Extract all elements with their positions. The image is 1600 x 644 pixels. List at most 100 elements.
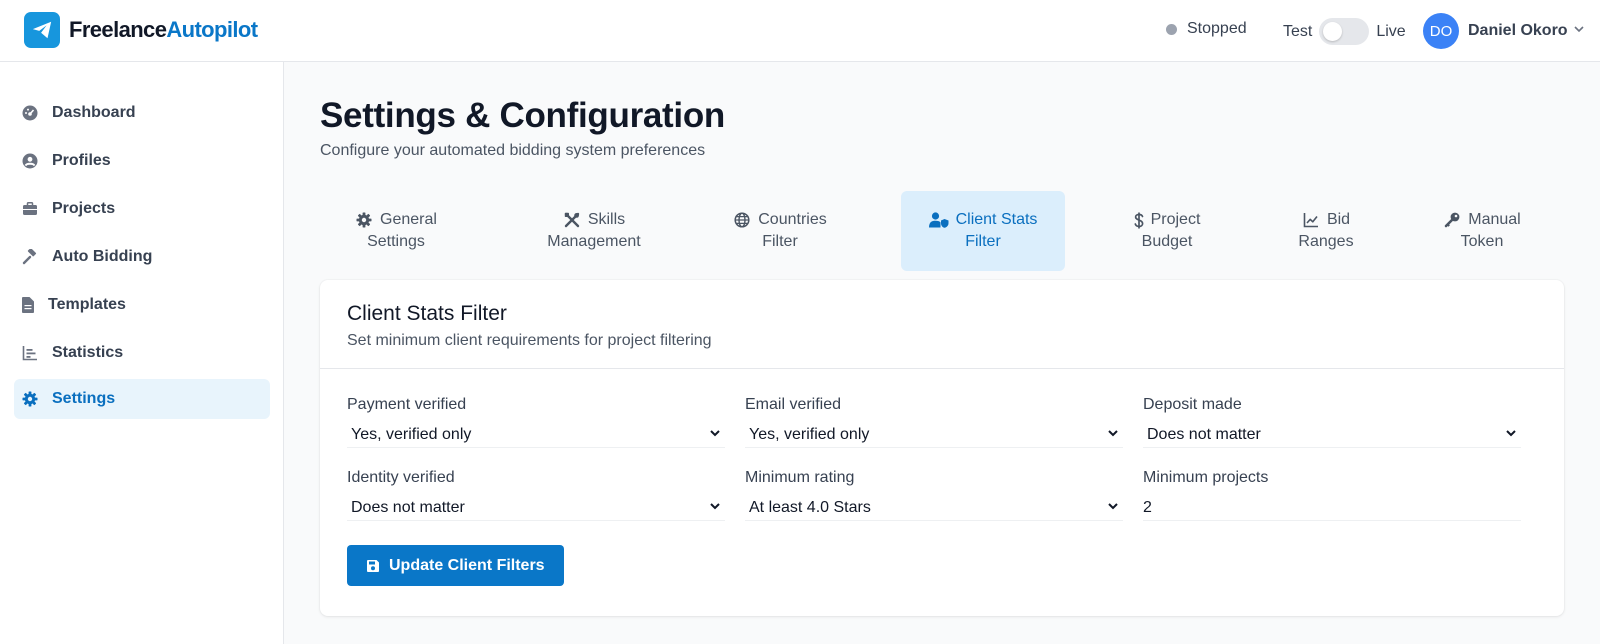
line-chart-icon bbox=[1302, 211, 1320, 229]
sidebar-item-label: Dashboard bbox=[52, 104, 136, 121]
tab-label-line2: Management bbox=[547, 233, 641, 250]
tools-icon bbox=[563, 211, 581, 229]
card-title: Client Stats Filter bbox=[347, 302, 507, 325]
brand-name-part2: Autopilot bbox=[166, 17, 258, 42]
brand-logo[interactable]: FreelanceAutopilot bbox=[24, 12, 258, 48]
select-value: At least 4.0 Stars bbox=[749, 498, 871, 516]
field-label: Identity verified bbox=[347, 469, 455, 486]
status-dot-icon bbox=[1166, 23, 1177, 35]
user-shield-icon bbox=[928, 211, 949, 229]
tab-label-line1: Manual bbox=[1468, 211, 1521, 228]
chevron-down-icon bbox=[1505, 426, 1517, 444]
tab-label-line2: Settings bbox=[367, 233, 425, 250]
field-label: Minimum projects bbox=[1143, 469, 1269, 486]
field-payment-verified: Payment verified Yes, verified only bbox=[347, 396, 725, 448]
gauge-icon bbox=[22, 105, 38, 121]
chevron-down-icon bbox=[1107, 426, 1119, 444]
tab-general-settings[interactable]: General Settings bbox=[320, 191, 472, 271]
tab-project-budget[interactable]: Project Budget bbox=[1092, 191, 1242, 271]
minimum-projects-input[interactable]: 2 bbox=[1143, 495, 1521, 521]
sidebar-item-label: Statistics bbox=[52, 344, 124, 361]
user-name: Daniel Okoro bbox=[1468, 22, 1568, 39]
sidebar-item-statistics[interactable]: Statistics bbox=[14, 333, 270, 373]
tab-label-line2: Token bbox=[1460, 233, 1504, 250]
paper-plane-icon bbox=[24, 12, 60, 48]
tab-label-line2: Ranges bbox=[1298, 233, 1354, 250]
user-menu[interactable]: DO Daniel Okoro bbox=[1423, 13, 1585, 49]
select-value: Does not matter bbox=[1147, 425, 1261, 443]
sidebar-item-templates[interactable]: Templates bbox=[14, 285, 270, 325]
sidebar-item-dashboard[interactable]: Dashboard bbox=[14, 93, 270, 133]
tab-manual-token[interactable]: Manual Token bbox=[1412, 191, 1552, 271]
minimum-rating-select[interactable]: At least 4.0 Stars bbox=[745, 495, 1123, 521]
chevron-down-icon bbox=[1107, 499, 1119, 517]
tab-label-line1: Countries bbox=[758, 211, 827, 228]
tab-skills-management[interactable]: Skills Management bbox=[508, 191, 680, 271]
tab-label-line2: Filter bbox=[762, 233, 798, 250]
client-stats-card: Client Stats Filter Set minimum client r… bbox=[320, 280, 1564, 616]
tab-label-line1: Client Stats bbox=[955, 211, 1038, 228]
key-icon bbox=[1443, 211, 1461, 229]
sidebar-item-projects[interactable]: Projects bbox=[14, 189, 270, 229]
update-client-filters-button[interactable]: Update Client Filters bbox=[347, 545, 564, 586]
mode-test-label: Test bbox=[1283, 22, 1313, 40]
field-label: Email verified bbox=[745, 396, 842, 413]
field-email-verified: Email verified Yes, verified only bbox=[745, 396, 1123, 448]
identity-verified-select[interactable]: Does not matter bbox=[347, 495, 725, 521]
user-circle-icon bbox=[22, 153, 38, 169]
file-icon bbox=[22, 297, 34, 313]
briefcase-icon bbox=[22, 201, 38, 217]
tab-client-stats-filter[interactable]: Client Stats Filter bbox=[901, 191, 1065, 271]
top-header: FreelanceAutopilot Stopped Test Live DO … bbox=[0, 0, 1600, 62]
payment-verified-select[interactable]: Yes, verified only bbox=[347, 422, 725, 448]
field-label: Deposit made bbox=[1143, 396, 1242, 413]
field-identity-verified: Identity verified Does not matter bbox=[347, 469, 725, 521]
chevron-down-icon bbox=[709, 426, 721, 444]
tab-bid-ranges[interactable]: Bid Ranges bbox=[1256, 191, 1396, 271]
gear-icon bbox=[355, 211, 373, 229]
sidebar: Dashboard Profiles Projects Auto Bidding… bbox=[0, 62, 284, 644]
brand-name: FreelanceAutopilot bbox=[69, 17, 258, 43]
sidebar-item-label: Profiles bbox=[52, 152, 111, 169]
sidebar-item-settings[interactable]: Settings bbox=[14, 379, 270, 419]
save-icon bbox=[365, 558, 380, 573]
field-minimum-projects: Minimum projects 2 bbox=[1143, 469, 1521, 521]
globe-icon bbox=[733, 211, 751, 229]
mode-switch: Test Live bbox=[1283, 18, 1406, 45]
bot-status: Stopped bbox=[1166, 20, 1247, 38]
field-label: Payment verified bbox=[347, 396, 467, 413]
field-minimum-rating: Minimum rating At least 4.0 Stars bbox=[745, 469, 1123, 521]
button-label: Update Client Filters bbox=[389, 556, 545, 574]
chevron-down-icon bbox=[709, 499, 721, 517]
sidebar-item-label: Settings bbox=[52, 390, 116, 407]
mode-live-label: Live bbox=[1376, 22, 1406, 40]
sidebar-item-label: Auto Bidding bbox=[52, 248, 153, 265]
input-value: 2 bbox=[1143, 498, 1152, 516]
email-verified-select[interactable]: Yes, verified only bbox=[745, 422, 1123, 448]
bar-chart-icon bbox=[22, 345, 38, 361]
avatar: DO bbox=[1423, 13, 1459, 49]
sidebar-item-profiles[interactable]: Profiles bbox=[14, 141, 270, 181]
tab-countries-filter[interactable]: Countries Filter bbox=[710, 191, 850, 271]
toggle-knob bbox=[1323, 22, 1343, 41]
main-content: Settings & Configuration Configure your … bbox=[284, 62, 1600, 644]
brand-name-part1: Freelance bbox=[69, 17, 167, 42]
select-value: Yes, verified only bbox=[749, 425, 870, 443]
gavel-icon bbox=[22, 249, 38, 265]
page-title: Settings & Configuration bbox=[320, 96, 725, 135]
deposit-made-select[interactable]: Does not matter bbox=[1143, 422, 1521, 448]
tab-label-line2: Budget bbox=[1141, 233, 1193, 250]
sidebar-item-label: Projects bbox=[52, 200, 116, 217]
card-divider bbox=[320, 368, 1564, 369]
field-deposit-made: Deposit made Does not matter bbox=[1143, 396, 1521, 448]
sidebar-item-auto-bidding[interactable]: Auto Bidding bbox=[14, 237, 270, 277]
dollar-icon bbox=[1134, 211, 1144, 229]
status-text: Stopped bbox=[1187, 20, 1247, 37]
tab-label-line1: General bbox=[380, 211, 437, 228]
card-subtitle: Set minimum client requirements for proj… bbox=[347, 332, 712, 349]
tab-label-line2: Filter bbox=[965, 233, 1001, 250]
select-value: Does not matter bbox=[351, 498, 465, 516]
tab-label-line1: Bid bbox=[1326, 211, 1351, 228]
page-subtitle: Configure your automated bidding system … bbox=[320, 142, 706, 159]
mode-toggle[interactable] bbox=[1319, 18, 1370, 45]
